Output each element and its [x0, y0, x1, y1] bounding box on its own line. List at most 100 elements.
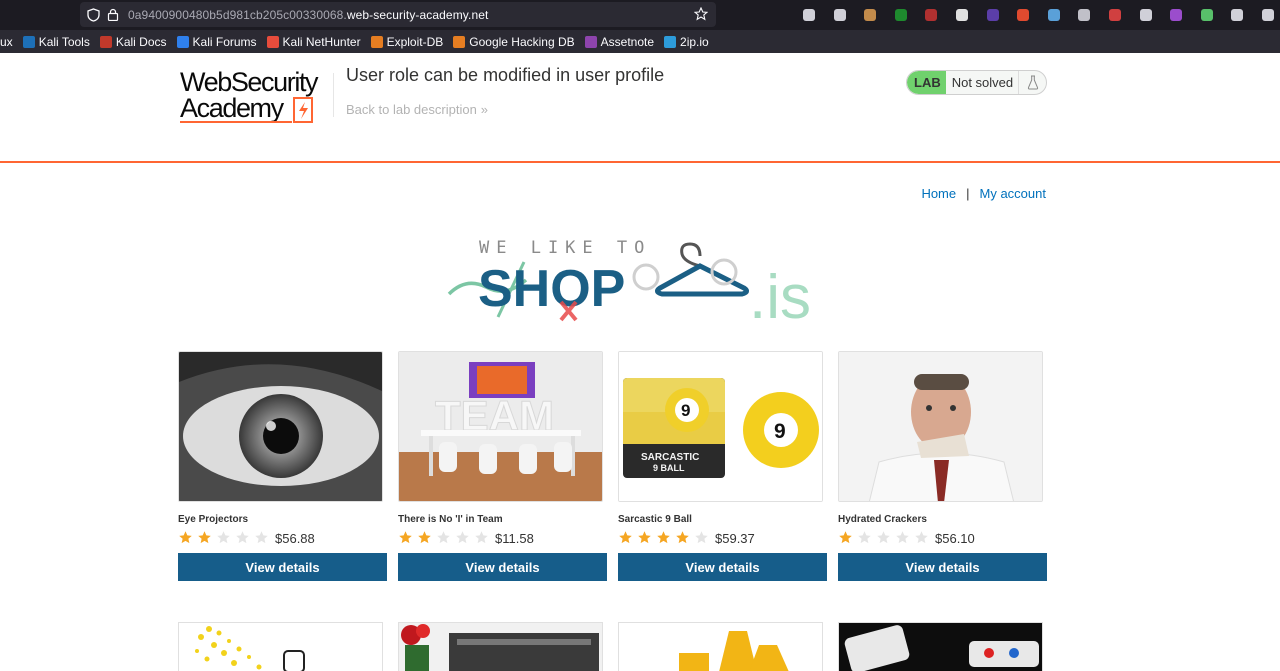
view-details-button[interactable]: View details	[398, 553, 607, 581]
star-empty-icon	[876, 530, 891, 545]
download-icon[interactable]	[800, 6, 818, 24]
view-details-button[interactable]: View details	[838, 553, 1047, 581]
product-image[interactable]	[178, 351, 383, 502]
bookmark-label: 2ip.io	[680, 34, 709, 49]
settings-extension-icon[interactable]	[1228, 6, 1246, 24]
banner-suffix: .is	[749, 263, 811, 324]
star-filled-icon	[178, 530, 193, 545]
star-empty-icon	[254, 530, 269, 545]
back-to-lab-link[interactable]: Back to lab description»	[346, 102, 488, 117]
product-image-partial[interactable]	[838, 622, 1043, 671]
bookmark-item[interactable]: Assetnote	[584, 35, 654, 49]
product-image-partial[interactable]	[618, 622, 823, 671]
svg-text:9: 9	[774, 420, 786, 443]
logo-underline	[180, 121, 292, 123]
product-image[interactable]: 9 SARCASTIC 9 BALL 9	[618, 351, 823, 502]
banner-faded-circle-1	[632, 263, 660, 291]
chat-extension-icon[interactable]	[1198, 6, 1216, 24]
svg-text:SARCASTIC: SARCASTIC	[641, 452, 699, 463]
nav-separator: |	[966, 186, 970, 201]
star-empty-icon	[857, 530, 872, 545]
lab-header: WebSecurity Academy User role can be mod…	[0, 53, 1280, 163]
lock-icon[interactable]	[106, 8, 120, 22]
wappalyzer-extension-icon[interactable]	[892, 6, 910, 24]
product-name: Eye Projectors	[178, 514, 249, 525]
bookmark-item[interactable]: Kali NetHunter	[266, 34, 361, 49]
logo-line-1: WebSecurity	[180, 67, 319, 97]
bookmark-favicon-icon	[266, 35, 279, 48]
ab-extension-icon[interactable]	[1137, 6, 1155, 24]
ublock-extension-icon[interactable]	[922, 6, 940, 24]
bookmark-favicon-icon	[99, 35, 112, 48]
product-price: $59.37	[715, 531, 755, 546]
network-extension-icon[interactable]	[1045, 6, 1063, 24]
url-text[interactable]: 0a9400900480b5d981cb205c00330068.web-sec…	[128, 8, 488, 22]
web-security-academy-logo[interactable]: WebSecurity Academy	[180, 69, 332, 125]
bookmark-item[interactable]: Exploit-DB	[370, 35, 443, 49]
product-rating-row: $11.58	[398, 527, 607, 547]
star-filled-icon	[618, 530, 633, 545]
header-divider	[333, 73, 334, 117]
address-bar[interactable]: 0a9400900480b5d981cb205c00330068.web-sec…	[80, 2, 716, 27]
shield-icon[interactable]	[86, 7, 100, 22]
product-name: Sarcastic 9 Ball	[618, 514, 692, 525]
bookmark-favicon-icon	[22, 35, 35, 48]
hanger-icon	[654, 242, 750, 297]
browser-toolbar: 0a9400900480b5d981cb205c00330068.web-sec…	[0, 0, 1280, 30]
product-image-partial[interactable]	[178, 622, 383, 671]
url-domain: web-security-academy.net	[346, 7, 489, 22]
product-rating-row: $56.10	[838, 527, 1047, 547]
star-empty-icon	[914, 530, 929, 545]
svg-text:9 BALL: 9 BALL	[653, 463, 685, 473]
product-card: TEAM There is No 'I' in Team $11.58 View de…	[398, 351, 607, 581]
bookmark-label: Kali Forums	[192, 34, 257, 49]
lab-status-widget: LAB Not solved	[906, 70, 1047, 95]
extensions-toolbar	[800, 5, 1280, 25]
star-filled-icon	[637, 530, 652, 545]
circle-extension-icon[interactable]	[1075, 6, 1093, 24]
puzzle-extension-icon[interactable]	[831, 6, 849, 24]
nav-home-link[interactable]: Home	[921, 186, 956, 201]
star-empty-icon	[216, 530, 231, 545]
star-filled-icon	[838, 530, 853, 545]
star-filled-icon	[197, 530, 212, 545]
foxyproxy-extension-icon[interactable]	[984, 6, 1002, 24]
bookmark-item[interactable]: Google Hacking DB	[453, 34, 575, 49]
notification-extension-icon[interactable]	[1106, 6, 1124, 24]
product-image[interactable]: TEAM	[398, 351, 603, 502]
product-image-partial[interactable]	[398, 622, 603, 671]
product-price: $11.58	[495, 531, 534, 546]
view-details-button[interactable]: View details	[178, 553, 387, 581]
feather-extension-icon[interactable]	[1167, 6, 1185, 24]
bookmark-label: ux	[0, 34, 13, 49]
star-empty-icon	[895, 530, 910, 545]
bookmark-item[interactable]: 2ip.io	[664, 35, 709, 49]
product-image[interactable]	[838, 351, 1043, 502]
bookmark-label: Google Hacking DB	[469, 34, 575, 49]
hackbar-extension-icon[interactable]	[1014, 6, 1032, 24]
menu-extension-icon[interactable]	[1259, 6, 1277, 24]
logo-bolt-icon	[293, 97, 313, 123]
bookmarks-bar: ux Kali Tools Kali Docs Kali Forums Kali Net…	[0, 30, 1280, 53]
product-name: There is No 'I' in Team	[398, 514, 503, 525]
bookmark-item[interactable]: ux	[0, 35, 13, 49]
bookmark-item[interactable]: Kali Tools	[22, 34, 90, 49]
bookmark-item[interactable]: Kali Docs	[99, 35, 167, 49]
bookmark-favicon-icon	[370, 35, 383, 48]
lab-title: User role can be modified in user profil…	[346, 65, 665, 85]
cookie-extension-icon[interactable]	[953, 6, 971, 24]
bookmark-label: Kali Tools	[38, 34, 90, 49]
banner-tagline: WE LIKE TO	[479, 238, 651, 258]
product-card: Eye Projectors $56.88 View details	[178, 351, 387, 581]
double-chevron-icon: »	[480, 102, 489, 117]
bookmark-item[interactable]: Kali Forums	[176, 34, 257, 49]
star-filled-icon	[656, 530, 671, 545]
view-details-button[interactable]: View details	[618, 553, 827, 581]
nav-my-account-link[interactable]: My account	[980, 186, 1046, 201]
shield-extension-icon[interactable]	[861, 6, 879, 24]
bookmark-label: Kali NetHunter	[282, 34, 361, 49]
bookmark-star-icon[interactable]	[693, 6, 709, 24]
bookmark-favicon-icon	[453, 35, 466, 48]
shop-banner: WE LIKE TO SHOP .is	[447, 238, 811, 324]
star-empty-icon	[436, 530, 451, 545]
